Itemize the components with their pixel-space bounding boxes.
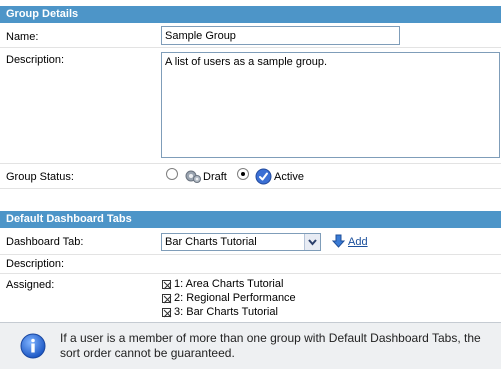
group-status-label: Group Status: (6, 171, 74, 183)
add-link[interactable]: Add (348, 236, 368, 248)
check-badge-icon (255, 168, 272, 185)
active-label: Active (274, 171, 304, 183)
draft-label: Draft (203, 171, 227, 183)
assigned-checkbox-1[interactable] (162, 280, 172, 290)
row-divider (0, 47, 501, 48)
active-radio[interactable] (237, 168, 249, 180)
info-icon (20, 333, 46, 359)
row-divider (0, 254, 501, 255)
group-details-header: Group Details (0, 6, 501, 23)
gears-icon (184, 168, 202, 184)
assigned-item: 1: Area Charts Tutorial (174, 278, 284, 290)
row-divider (0, 273, 501, 274)
dashboard-tab-label: Dashboard Tab: (6, 236, 84, 248)
assigned-label: Assigned: (6, 279, 55, 291)
dashboard-tab-select[interactable]: Bar Charts Tutorial (161, 233, 321, 251)
draft-radio[interactable] (166, 168, 178, 180)
dashboard-tab-selected-value: Bar Charts Tutorial (165, 236, 257, 248)
assigned-item: 2: Regional Performance (174, 292, 296, 304)
assigned-checkbox-2[interactable] (162, 294, 172, 304)
chevron-down-icon[interactable] (304, 234, 320, 250)
name-label: Name: (6, 31, 39, 43)
description-textarea[interactable]: A list of users as a sample group. (161, 52, 500, 158)
dashboard-tabs-header: Default Dashboard Tabs (0, 211, 501, 228)
info-bar: If a user is a member of more than one g… (0, 322, 501, 369)
info-message: If a user is a member of more than one g… (60, 331, 481, 360)
tab-description-label: Description: (6, 258, 65, 270)
row-divider (0, 188, 501, 189)
assigned-checkbox-3[interactable] (162, 308, 172, 318)
name-input[interactable] (161, 26, 400, 45)
assigned-item: 3: Bar Charts Tutorial (174, 306, 278, 318)
add-arrow-icon[interactable] (331, 234, 346, 248)
row-divider (0, 163, 501, 164)
description-label: Description: (6, 54, 65, 66)
